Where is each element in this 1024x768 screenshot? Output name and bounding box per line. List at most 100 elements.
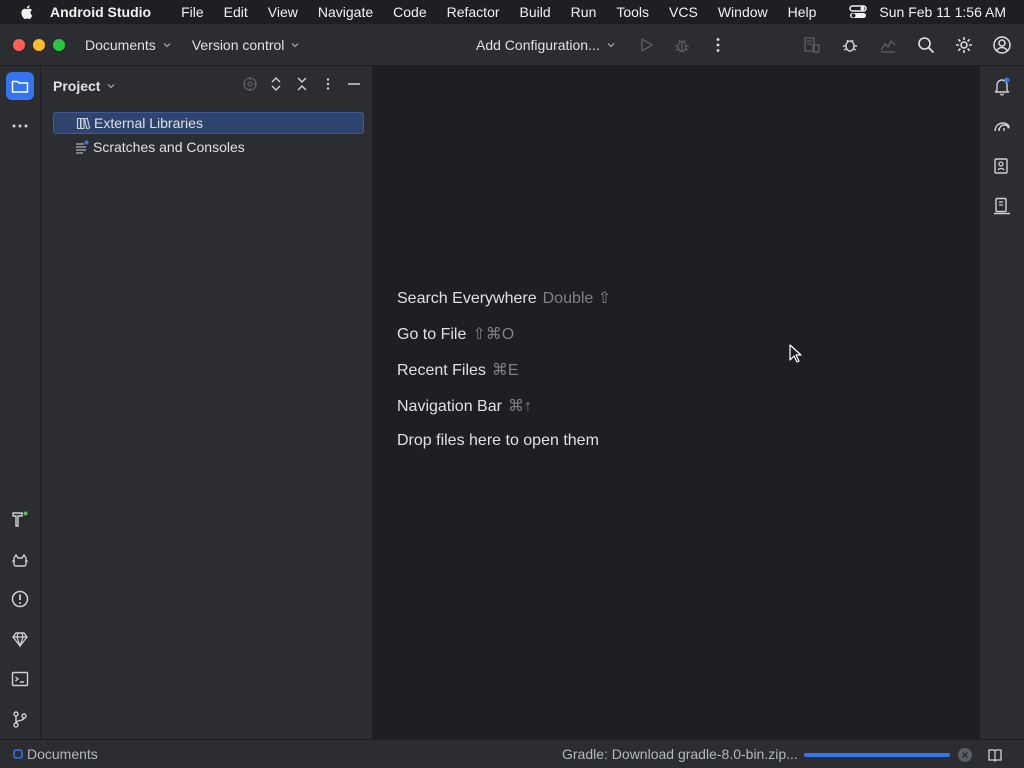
breadcrumb[interactable]: Documents [13,746,98,762]
menu-window[interactable]: Window [708,4,778,20]
logcat-tool-button[interactable] [6,546,34,574]
library-icon [76,117,90,130]
attach-debugger-icon[interactable] [840,35,860,55]
menu-vcs[interactable]: VCS [659,4,708,20]
more-tool-windows-button[interactable] [6,112,34,140]
debug-icon[interactable] [672,35,692,55]
tree-item-label: External Libraries [94,115,203,131]
tree-item-external-libraries[interactable]: External Libraries [53,112,364,134]
hint-navigation-bar: Navigation Bar ⌘↑ [397,396,532,416]
version-control-tool-button[interactable] [6,705,34,733]
vcs-selector[interactable]: Version control [192,37,301,53]
project-view-selector[interactable]: Project [53,78,116,94]
hint-search-everywhere: Search Everywhere Double ⇧ [397,288,611,308]
breadcrumb-label: Documents [27,746,98,762]
collapse-all-icon[interactable] [294,76,310,92]
scratches-icon [76,140,89,154]
minimize-window-button[interactable] [33,38,45,51]
window-controls [13,38,65,51]
macos-menu-bar: Android Studio File Edit View Navigate C… [0,0,1024,24]
hint-label: Navigation Bar [397,398,502,415]
mouse-cursor-icon [789,344,802,363]
menu-build[interactable]: Build [510,4,561,20]
hint-label: Search Everywhere [397,290,537,307]
tree-item-scratches-and-consoles[interactable]: Scratches and Consoles [53,136,364,158]
hint-shortcut: ⇧⌘O [472,326,515,343]
settings-gear-icon[interactable] [954,35,974,55]
background-task-label[interactable]: Gradle: Download gradle-8.0-bin.zip... [562,746,798,762]
menu-file[interactable]: File [171,4,214,20]
hint-label: Go to File [397,326,467,343]
menu-tools[interactable]: Tools [606,4,659,20]
menubar-clock[interactable]: Sun Feb 11 1:56 AM [879,4,1006,20]
background-task-progress-bar[interactable] [804,753,950,757]
gem-icon [12,632,28,648]
app-quality-tool-button[interactable] [6,625,34,653]
run-configuration-selector[interactable]: Add Configuration... [476,37,616,53]
menu-run[interactable]: Run [561,4,607,20]
editor-empty-area[interactable]: Search Everywhere Double ⇧ Go to File ⇧⌘O … [372,66,979,739]
options-menu-icon[interactable] [320,76,336,92]
hint-label: Recent Files [397,362,486,379]
close-window-button[interactable] [13,38,25,51]
project-panel-title: Project [53,78,101,94]
device-manager-tool-button[interactable] [991,155,1013,177]
more-actions-icon[interactable] [708,35,728,55]
folder-icon [11,80,29,93]
hint-go-to-file: Go to File ⇧⌘O [397,324,514,344]
profiler-icon[interactable] [878,35,898,55]
menu-navigate[interactable]: Navigate [308,4,383,20]
terminal-tool-button[interactable] [6,665,34,693]
hint-recent-files: Recent Files ⌘E [397,360,519,380]
select-opened-file-icon[interactable] [242,76,258,92]
expand-all-icon[interactable] [268,76,284,92]
hint-drop-files: Drop files here to open them [397,432,599,450]
status-bar: Documents Gradle: Download gradle-8.0-bi… [0,739,1024,768]
hint-shortcut: ⌘↑ [507,398,532,415]
hint-label: Drop files here to open them [397,432,599,449]
notifications-tool-button[interactable] [991,75,1013,97]
main-toolbar: Documents Version control Add Configurat… [0,24,1024,66]
menu-items: File Edit View Navigate Code Refactor Bu… [171,4,826,20]
hint-shortcut: ⌘E [491,362,519,379]
project-selector[interactable]: Documents [85,37,172,53]
run-icon[interactable] [636,35,656,55]
running-devices-tool-button[interactable] [991,195,1013,217]
apple-icon[interactable] [18,3,36,21]
hide-panel-icon[interactable] [346,76,362,92]
menu-view[interactable]: View [258,4,308,20]
cancel-task-button[interactable] [958,748,972,762]
gradle-tool-button[interactable] [991,115,1013,137]
progress-fill [804,753,950,757]
menu-help[interactable]: Help [778,4,827,20]
menu-edit[interactable]: Edit [214,4,258,20]
running-devices-icon [994,197,1010,215]
read-mode-icon[interactable] [987,747,1003,763]
sdk-manager-icon[interactable] [802,35,822,55]
account-icon[interactable] [992,35,1012,55]
project-tool-button[interactable] [6,72,34,100]
control-center-icon[interactable] [849,5,868,19]
chevron-down-icon [607,43,615,48]
run-config-group: Add Configuration... [476,24,728,66]
right-tool-stripe [979,66,1024,739]
app-name-menu[interactable]: Android Studio [50,4,151,20]
problems-tool-button[interactable] [6,585,34,613]
run-configuration-label: Add Configuration... [476,37,600,53]
project-panel-actions [242,76,362,92]
notifications-bell-icon [994,77,1010,96]
terminal-icon [11,671,29,687]
logcat-icon [12,553,28,567]
build-tool-button[interactable] [6,505,34,533]
gradle-elephant-icon [994,122,1010,132]
module-icon [13,749,23,759]
build-hammer-icon [12,511,28,527]
close-icon [962,752,968,758]
vcs-selector-label: Version control [191,36,285,53]
project-selector-label: Documents [85,36,156,53]
menu-refactor[interactable]: Refactor [437,4,510,20]
menu-code[interactable]: Code [383,4,436,20]
search-icon[interactable] [916,35,936,55]
device-manager-icon [994,158,1008,174]
zoom-window-button[interactable] [53,38,65,51]
